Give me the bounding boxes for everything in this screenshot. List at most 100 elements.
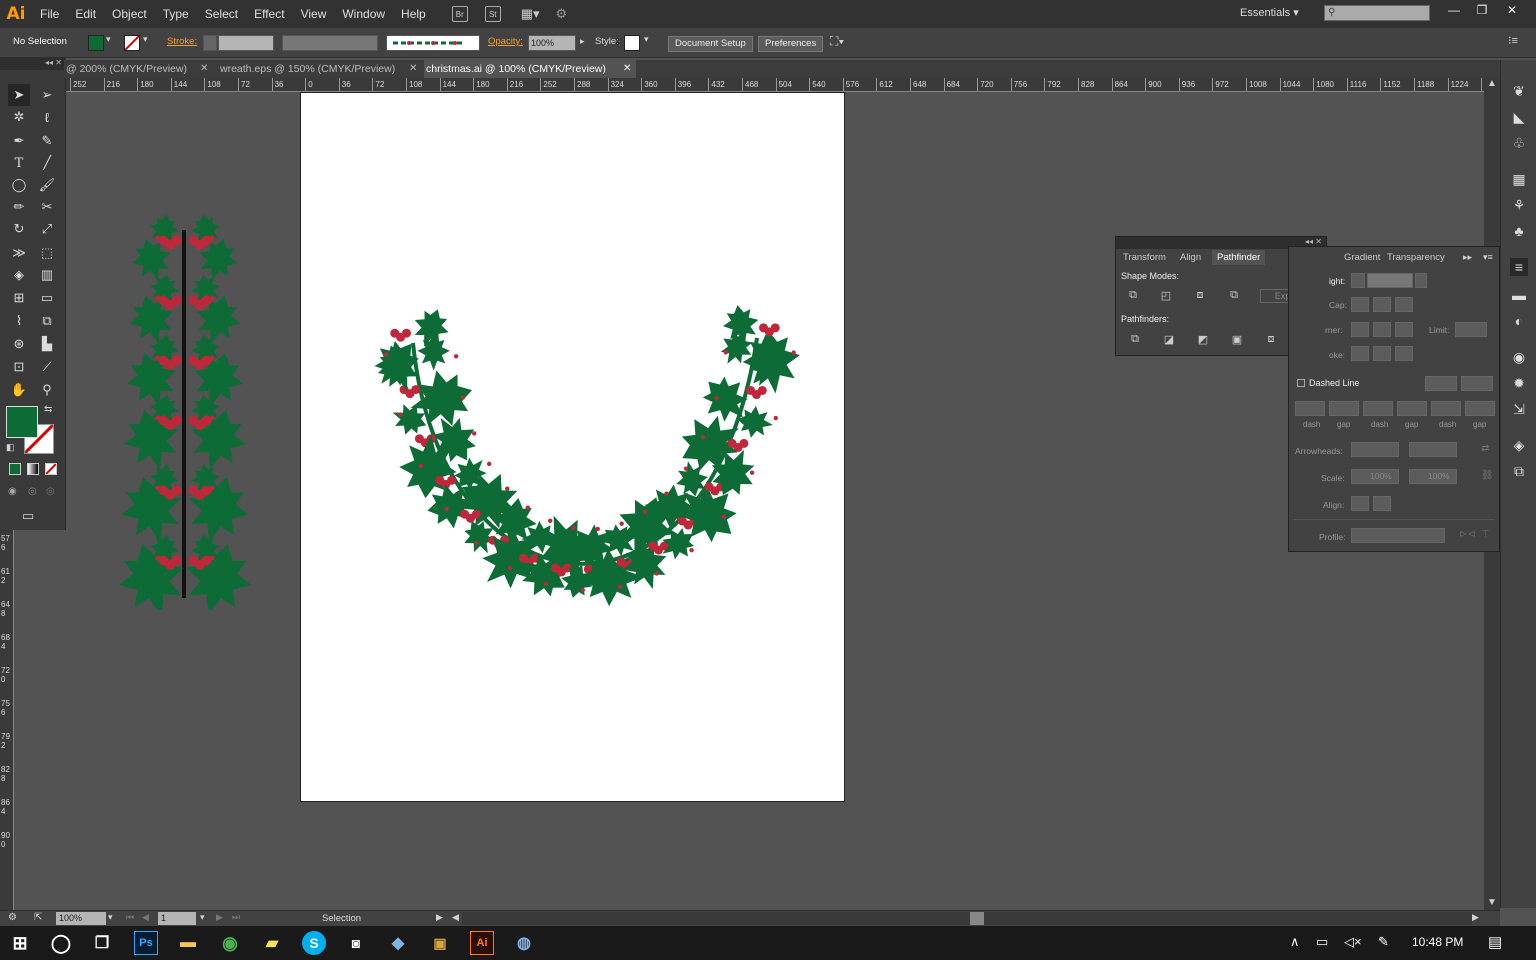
network-icon[interactable]: ▭	[1316, 934, 1328, 950]
free-transform-tool-icon[interactable]: ⬚	[36, 242, 58, 264]
swap-colors-icon[interactable]: ⇆	[44, 404, 52, 415]
document-setup-button[interactable]: Document Setup	[668, 36, 753, 52]
scroll-down-icon[interactable]: ▼	[1487, 897, 1497, 908]
tab-gradient[interactable]: Gradient	[1339, 250, 1385, 265]
tab-close-icon[interactable]: ✕	[623, 60, 631, 78]
settings-icon[interactable]: ✹	[1510, 374, 1528, 392]
stroke-panel-menu-icon[interactable]: ▾≡	[1483, 252, 1493, 263]
none-mode-icon[interactable]	[45, 463, 57, 475]
layers-icon[interactable]: ◈	[1510, 436, 1528, 454]
dash-input[interactable]	[1431, 401, 1461, 416]
divide-icon[interactable]: ⧉	[1126, 331, 1144, 347]
rotate-tool-icon[interactable]: ↻	[8, 218, 30, 240]
symbols-icon[interactable]: ♧	[1510, 134, 1528, 152]
exclude-icon[interactable]: ⧉	[1225, 287, 1243, 303]
hscroll-left-icon[interactable]: ◀	[452, 912, 459, 923]
preserve-dashes-button[interactable]	[1425, 376, 1457, 391]
selection-tool-icon[interactable]: ➤	[8, 84, 30, 106]
hscroll-right-icon[interactable]: ▶	[1472, 912, 1479, 923]
color-guide-icon[interactable]: ❦	[1510, 82, 1528, 100]
gap-input[interactable]	[1465, 401, 1495, 416]
scale-tool-icon[interactable]: ⤢	[36, 218, 58, 240]
first-artboard-icon[interactable]: ⏮	[126, 912, 134, 923]
intersect-icon[interactable]: ⧈	[1191, 287, 1209, 303]
artboard-number-input[interactable]: 1	[158, 912, 196, 925]
swatches-icon[interactable]: ▦	[1510, 170, 1528, 188]
gpu-icon[interactable]: ⚙	[8, 912, 17, 923]
start-arrowhead-select[interactable]	[1351, 442, 1399, 457]
brush-definition[interactable]	[386, 35, 480, 51]
sticky-notes-icon[interactable]: ▰	[260, 931, 284, 955]
shape-builder-tool-icon[interactable]: ◈	[8, 264, 30, 286]
zoom-tool-icon[interactable]: ⚲	[36, 379, 58, 401]
draw-behind-icon[interactable]: ◎	[28, 486, 37, 497]
swap-arrowheads-icon[interactable]: ⇄	[1481, 443, 1489, 454]
start-scale-input[interactable]: 100%	[1351, 469, 1399, 484]
clock[interactable]: 10:48 PM	[1412, 935, 1463, 949]
graphic-style-swatch[interactable]	[624, 35, 640, 51]
menu-select[interactable]: Select	[197, 0, 246, 28]
gradient-mode-icon[interactable]	[27, 463, 39, 475]
magic-wand-tool-icon[interactable]: ✲	[8, 106, 30, 128]
merge-icon[interactable]: ◩	[1194, 331, 1212, 347]
volume-icon[interactable]: ◁×	[1344, 934, 1362, 950]
link-scale-icon[interactable]: ⛓	[1481, 470, 1494, 481]
zoom-dropdown-icon[interactable]: ▾	[108, 912, 113, 923]
style-dropdown-icon[interactable]: ▾	[644, 34, 649, 45]
tab-pathfinder[interactable]: Pathfinder	[1212, 250, 1266, 265]
file-explorer-icon[interactable]: ▬	[176, 931, 200, 955]
bevel-join-button[interactable]	[1395, 322, 1413, 337]
arrow-tip-beyond-button[interactable]	[1351, 496, 1369, 511]
default-colors-icon[interactable]: ◧	[6, 442, 15, 453]
export-icon[interactable]: ⇲	[1510, 400, 1528, 418]
symbol-sprayer-tool-icon[interactable]: ⊛	[8, 333, 30, 355]
line-tool-icon[interactable]: ╱	[36, 152, 58, 174]
artboard-dropdown-icon[interactable]: ▾	[200, 912, 205, 923]
opacity-input[interactable]: 100%	[528, 35, 576, 51]
arrange-documents-icon[interactable]: ▦▾	[521, 6, 540, 22]
artboards-icon[interactable]: ⧉	[1510, 462, 1528, 480]
menu-window[interactable]: Window	[334, 0, 393, 28]
graphic-styles-icon[interactable]: ⚘	[1510, 196, 1528, 214]
menu-effect[interactable]: Effect	[246, 0, 292, 28]
cortana-icon[interactable]: ◯	[49, 931, 73, 955]
profile-select[interactable]	[1351, 528, 1445, 543]
hand-tool-icon[interactable]: ✋	[8, 379, 30, 401]
restore-button[interactable]: ❐	[1468, 0, 1496, 20]
fill-dropdown-icon[interactable]: ▾	[106, 34, 111, 45]
align-outside-button[interactable]	[1395, 346, 1413, 361]
variable-width-profile[interactable]	[282, 35, 378, 51]
artboard-tool-icon[interactable]: ⊡	[8, 356, 30, 378]
tab-transform[interactable]: Transform	[1118, 250, 1171, 265]
gradient-tool-icon[interactable]: ▭	[36, 287, 58, 309]
menu-view[interactable]: View	[293, 0, 335, 28]
steam-icon[interactable]: ◍	[512, 931, 536, 955]
mesh-tool-icon[interactable]: ⊞	[8, 287, 30, 309]
minus-front-icon[interactable]: ◰	[1157, 287, 1175, 303]
zoom-input[interactable]: 100%	[56, 912, 106, 925]
stroke-weight-input[interactable]	[218, 35, 274, 51]
opacity-arrow-icon[interactable]: ▸	[580, 36, 585, 47]
end-scale-input[interactable]: 100%	[1409, 469, 1457, 484]
holly-wreath[interactable]	[301, 93, 846, 803]
gap-input[interactable]	[1397, 401, 1427, 416]
hscroll-thumb[interactable]	[970, 912, 984, 925]
last-artboard-icon[interactable]: ⏭	[232, 912, 240, 923]
flip-along-icon[interactable]: ⊳⊲	[1459, 529, 1476, 540]
blend-tool-icon[interactable]: ⧉	[36, 310, 58, 332]
photoshop-icon[interactable]: Ps	[134, 931, 158, 955]
unite-icon[interactable]: ⧉	[1124, 287, 1142, 303]
menu-help[interactable]: Help	[393, 0, 434, 28]
illustrator-icon[interactable]: Ai	[470, 931, 494, 955]
gpu-performance-icon[interactable]: ⚙	[556, 6, 568, 22]
menu-file[interactable]: File	[32, 0, 67, 28]
paintbrush-tool-icon[interactable]: 🖌	[36, 174, 58, 196]
fill-color-front[interactable]	[6, 406, 38, 438]
butt-cap-button[interactable]	[1351, 297, 1369, 312]
skype-icon[interactable]: S	[302, 931, 326, 955]
arrow-tip-end-button[interactable]	[1373, 496, 1391, 511]
tab-align[interactable]: Align	[1175, 250, 1206, 265]
stroke-label[interactable]: Stroke:	[167, 36, 197, 47]
workspace-switcher[interactable]: Essentials ▾	[1240, 6, 1299, 19]
column-graph-tool-icon[interactable]: ▙	[36, 333, 58, 355]
